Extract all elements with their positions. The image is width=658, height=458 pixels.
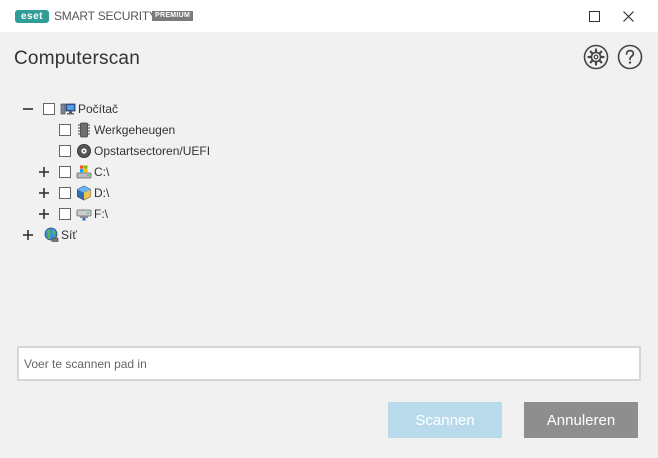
- tree-item-label: Počítač: [78, 102, 119, 116]
- removable-drive-icon: [76, 206, 92, 222]
- tree-item-label: Opstartsectoren/UEFI: [94, 144, 211, 158]
- maximize-button[interactable]: [577, 0, 611, 32]
- tree-item-memory[interactable]: Werkgeheugen: [59, 120, 175, 140]
- tree-checkbox[interactable]: [59, 124, 71, 136]
- expand-icon[interactable]: [38, 166, 50, 178]
- tree-checkbox[interactable]: [59, 208, 71, 220]
- memory-icon: [76, 122, 92, 138]
- tree-item-computer[interactable]: Počítač: [22, 99, 118, 119]
- tree-checkbox[interactable]: [59, 166, 71, 178]
- scan-button[interactable]: Scannen: [388, 402, 502, 438]
- close-icon: [622, 10, 634, 22]
- tree-checkbox[interactable]: [59, 187, 71, 199]
- expand-icon[interactable]: [22, 229, 34, 241]
- optical-drive-icon: [76, 185, 92, 201]
- tree-item-label: Werkgeheugen: [94, 123, 176, 137]
- tree-item-label: C:\: [94, 165, 110, 179]
- settings-button[interactable]: [583, 44, 609, 70]
- scan-path-input[interactable]: [17, 346, 641, 381]
- tree-item-label: D:\: [94, 186, 110, 200]
- maximize-icon: [588, 10, 600, 22]
- tree-checkbox[interactable]: [43, 103, 55, 115]
- help-icon: [617, 44, 643, 70]
- cancel-button[interactable]: Annuleren: [524, 402, 638, 438]
- title-bar: eset SMART SECURITY PREMIUM: [0, 0, 658, 32]
- expand-icon[interactable]: [38, 187, 50, 199]
- computer-icon: [60, 101, 76, 117]
- expand-icon[interactable]: [38, 208, 50, 220]
- tree-item-boot-sectors[interactable]: Opstartsectoren/UEFI: [59, 141, 210, 161]
- tree-item-drive-c[interactable]: C:\: [38, 162, 109, 182]
- tree-item-drive-f[interactable]: F:\: [38, 204, 108, 224]
- help-button[interactable]: [617, 44, 643, 70]
- tree-item-network[interactable]: Síť: [22, 225, 77, 245]
- collapse-icon[interactable]: [22, 103, 34, 115]
- edition-badge: PREMIUM: [152, 11, 194, 21]
- tree-item-label: Síť: [61, 228, 77, 242]
- network-globe-icon: [43, 227, 59, 243]
- gear-icon: [583, 44, 609, 70]
- page-title: Computerscan: [14, 48, 140, 69]
- tree-checkbox[interactable]: [59, 145, 71, 157]
- disc-icon: [76, 143, 92, 159]
- close-button[interactable]: [611, 0, 645, 32]
- tree-item-drive-d[interactable]: D:\: [38, 183, 109, 203]
- eset-logo: eset: [15, 10, 49, 23]
- page-header: Computerscan: [0, 32, 658, 86]
- tree-item-label: F:\: [94, 207, 108, 221]
- product-name: SMART SECURITY: [54, 9, 157, 23]
- system-drive-icon: [76, 164, 92, 180]
